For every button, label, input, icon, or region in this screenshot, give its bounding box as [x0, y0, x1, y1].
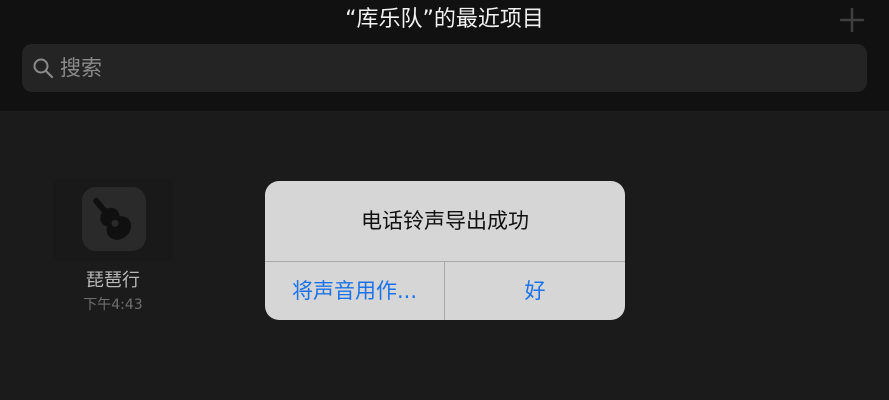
alert-title: 电话铃声导出成功 — [361, 209, 529, 233]
search-icon — [33, 58, 54, 79]
garageband-app-icon — [82, 187, 146, 251]
use-sound-as-button[interactable]: 将声音用作... — [265, 262, 444, 320]
project-name: 琵琶行 — [86, 270, 140, 291]
search-placeholder: 搜索 — [60, 56, 102, 80]
project-thumbnail[interactable] — [53, 178, 173, 262]
project-item[interactable]: 琵琶行 下午4:43 — [53, 178, 173, 318]
add-project-button[interactable] — [836, 4, 868, 36]
alert-dialog: 电话铃声导出成功 将声音用作... 好 — [265, 181, 625, 320]
top-bar: “库乐队”的最近项目 搜索 — [0, 0, 889, 111]
search-field[interactable]: 搜索 — [22, 44, 867, 92]
ok-button[interactable]: 好 — [445, 262, 625, 320]
page-title: “库乐队”的最近项目 — [345, 7, 544, 32]
guitar-icon — [82, 187, 146, 251]
plus-icon — [839, 7, 865, 33]
project-timestamp: 下午4:43 — [83, 297, 143, 313]
